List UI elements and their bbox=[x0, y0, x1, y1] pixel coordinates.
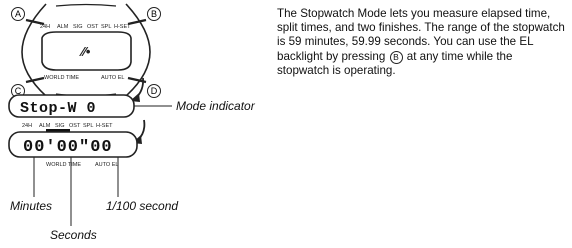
label-sig: SIG bbox=[73, 24, 82, 30]
mode-label-24h: 24H bbox=[22, 123, 32, 129]
label-alm: ALM bbox=[57, 24, 69, 30]
stopwatch-icon: ⁄⁄• bbox=[79, 44, 91, 59]
button-b-marker: B bbox=[147, 7, 161, 21]
mode-indicator-callout: Mode indicator bbox=[176, 99, 255, 113]
mode-label-sig: SIG bbox=[55, 123, 64, 129]
label-hset: H-SET bbox=[114, 24, 131, 30]
label-24h: 24H bbox=[40, 24, 50, 30]
label-auto-el: AUTO EL bbox=[101, 75, 124, 81]
mode-label-ost: OST bbox=[69, 123, 81, 129]
time-label-auto-el: AUTO EL bbox=[95, 162, 118, 168]
mode-top-labels: 24H ALM SIG OST SPL H-SET bbox=[22, 123, 113, 129]
mode-label-hset: H-SET bbox=[96, 123, 113, 129]
label-spl: SPL bbox=[101, 24, 111, 30]
button-a-label: A bbox=[15, 9, 21, 19]
minutes-callout: Minutes bbox=[10, 199, 53, 213]
mode-label-alm: ALM bbox=[39, 123, 51, 129]
label-ost: OST bbox=[87, 24, 99, 30]
watch-bottom-labels: WORLD TIME AUTO EL bbox=[44, 75, 124, 81]
button-a-marker: A bbox=[11, 7, 25, 21]
time-bottom-labels: WORLD TIME AUTO EL bbox=[46, 162, 118, 168]
mode-label-spl: SPL bbox=[83, 123, 93, 129]
time-display-text: 00'00"00 bbox=[23, 138, 113, 157]
seconds-callout: Seconds bbox=[50, 228, 97, 242]
button-d-marker: D bbox=[147, 84, 161, 98]
stopwatch-mode-description: The Stopwatch Mode lets you measure elap… bbox=[277, 7, 567, 78]
time-label-world-time: WORLD TIME bbox=[46, 162, 81, 168]
watch-top-labels: 24H ALM SIG OST SPL H-SET bbox=[40, 24, 131, 30]
hundredths-callout: 1/100 second bbox=[106, 199, 179, 213]
button-d-label: D bbox=[151, 86, 158, 96]
button-b-label: B bbox=[151, 9, 157, 19]
label-world-time: WORLD TIME bbox=[44, 75, 79, 81]
mode-display-text: Stop-W 0 bbox=[20, 100, 96, 117]
button-b-glyph: B bbox=[389, 50, 403, 64]
